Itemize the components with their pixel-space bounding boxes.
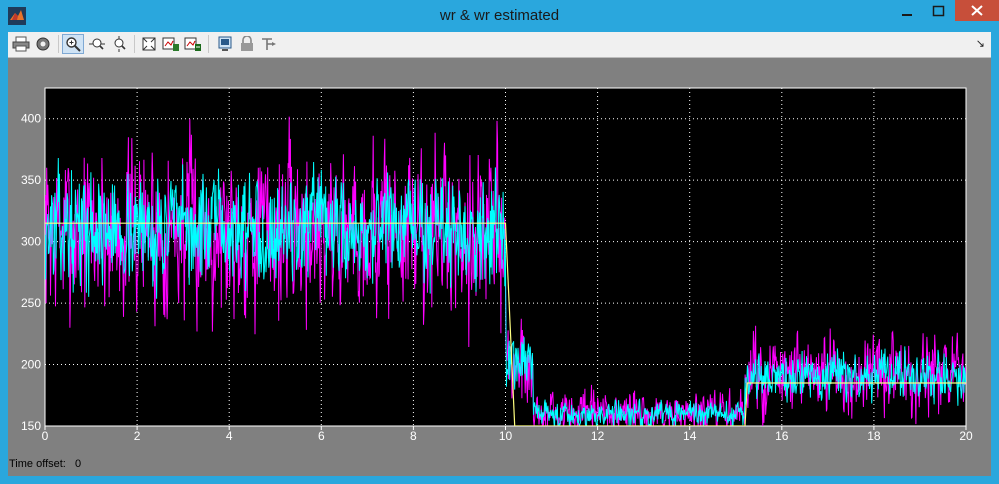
close-button[interactable] <box>955 0 999 21</box>
toolbar-separator <box>58 35 59 53</box>
x-tick-label: 10 <box>499 429 513 443</box>
scope-chart: 0 2 4 6 8 10 12 14 16 18 20 150 200 250 300 350 400 <box>21 87 973 443</box>
window-title: wr & wr estimated <box>439 7 560 24</box>
x-tick-label: 16 <box>775 429 789 443</box>
save-axes-icon[interactable] <box>160 34 182 54</box>
zoom-x-icon[interactable] <box>86 34 108 54</box>
restore-axes-icon[interactable] <box>182 34 204 54</box>
y-tick-label: 250 <box>21 296 41 310</box>
parameters-icon[interactable] <box>32 34 54 54</box>
print-icon[interactable] <box>10 34 32 54</box>
toolbar-separator <box>208 35 209 53</box>
time-offset-value: 0 <box>75 458 82 470</box>
y-tick-label: 150 <box>21 419 41 433</box>
lock-axes-icon[interactable] <box>236 34 258 54</box>
x-tick-label: 12 <box>591 429 605 443</box>
dock-arrow-icon[interactable]: ↘ <box>976 37 985 50</box>
float-scope-icon[interactable] <box>214 34 236 54</box>
toolbar-separator <box>134 35 135 53</box>
time-offset-label: Time offset: <box>9 458 66 470</box>
x-tick-label: 14 <box>683 429 697 443</box>
x-tick-label: 4 <box>226 429 233 443</box>
y-tick-label: 400 <box>21 112 41 126</box>
toolbar: ↘ <box>8 32 991 58</box>
y-tick-label: 200 <box>21 358 41 372</box>
x-tick-label: 8 <box>410 429 417 443</box>
y-tick-label: 300 <box>21 235 41 249</box>
x-tick-label: 20 <box>959 429 973 443</box>
autoscale-icon[interactable] <box>138 34 160 54</box>
x-tick-label: 18 <box>867 429 881 443</box>
y-tick-label: 350 <box>21 173 41 187</box>
maximize-button[interactable] <box>923 0 955 22</box>
x-tick-label: 0 <box>42 429 49 443</box>
signal-selection-icon[interactable] <box>258 34 280 54</box>
scope-figure: 0 2 4 6 8 10 12 14 16 18 20 150 200 250 300 350 400 Time… <box>8 58 991 476</box>
zoom-y-icon[interactable] <box>108 34 130 54</box>
minimize-button[interactable] <box>891 0 923 22</box>
x-tick-label: 6 <box>318 429 325 443</box>
x-tick-label: 2 <box>134 429 141 443</box>
zoom-in-icon[interactable] <box>62 34 84 54</box>
title-bar: wr & wr estimated <box>0 0 999 32</box>
